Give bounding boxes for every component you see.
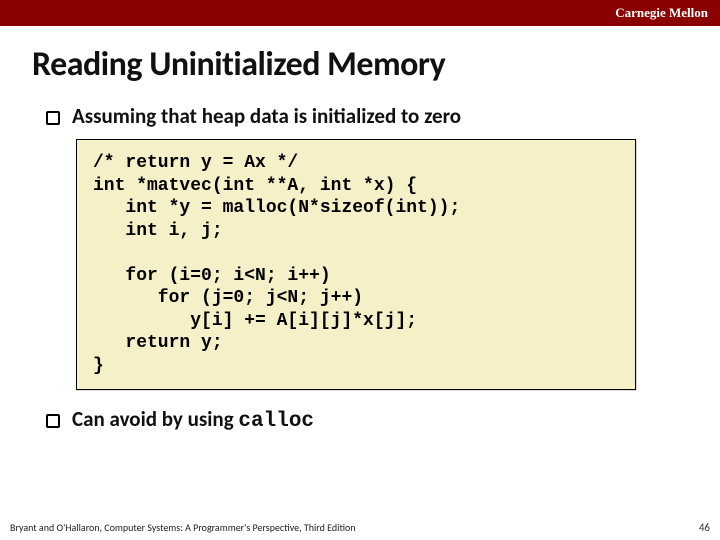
bullet-text: Can avoid by using calloc: [72, 406, 314, 433]
code-content: /* return y = Ax */ int *matvec(int **A,…: [93, 152, 619, 377]
slide-title: Reading Uninitialized Memory: [0, 26, 720, 95]
code-block: /* return y = Ax */ int *matvec(int **A,…: [76, 139, 636, 390]
bullet-item: Can avoid by using calloc: [46, 406, 688, 433]
slide-footer: Bryant and O'Hallaron, Computer Systems:…: [10, 521, 710, 534]
bullet-marker-icon: [46, 414, 60, 428]
slide: Carnegie Mellon Reading Uninitialized Me…: [0, 0, 720, 540]
bullet-marker-icon: [46, 111, 60, 125]
bullet-text: Assuming that heap data is initialized t…: [72, 103, 461, 129]
footer-attribution: Bryant and O'Hallaron, Computer Systems:…: [10, 521, 356, 534]
bullet-text-prefix: Can avoid by using: [72, 406, 238, 432]
page-number: 46: [699, 521, 710, 534]
brand-label: Carnegie Mellon: [615, 5, 708, 21]
header-bar: Carnegie Mellon: [0, 0, 720, 26]
slide-body: Assuming that heap data is initialized t…: [0, 95, 720, 540]
inline-code: calloc: [238, 410, 314, 433]
bullet-item: Assuming that heap data is initialized t…: [46, 103, 688, 129]
